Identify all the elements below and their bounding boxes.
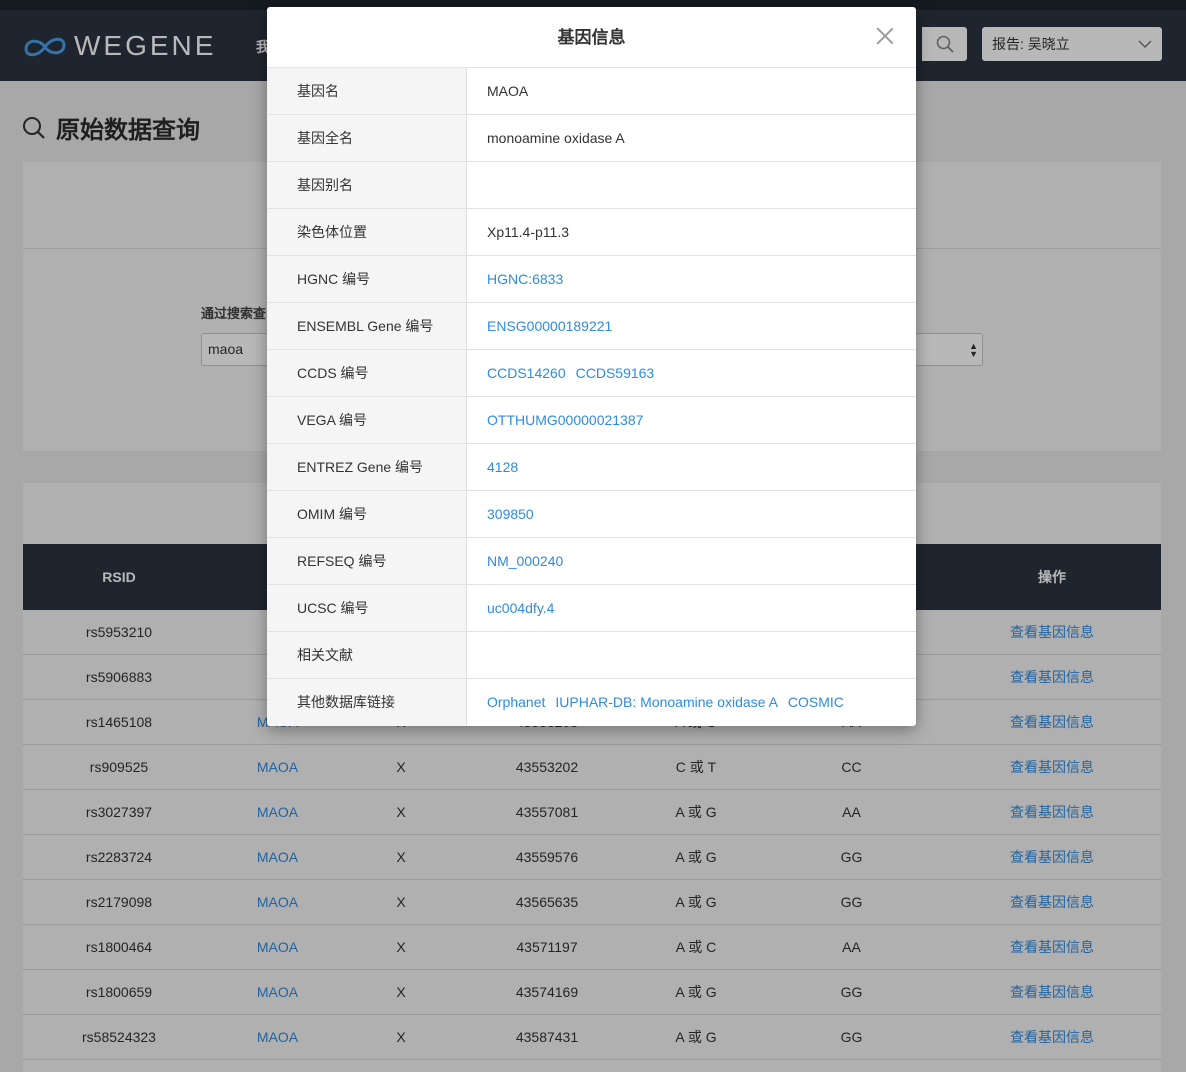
gene-info-key: UCSC 编号 xyxy=(267,585,467,631)
external-db-link[interactable]: IUPHAR-DB: Monoamine oxidase A xyxy=(555,694,778,710)
gene-info-row: 基因全名 monoamine oxidase A xyxy=(267,115,916,162)
gene-info-key: 基因名 xyxy=(267,68,467,114)
gene-info-row: CCDS 编号 CCDS14260 CCDS59163 xyxy=(267,350,916,397)
gene-info-key: HGNC 编号 xyxy=(267,256,467,302)
external-db-link[interactable]: COSMIC xyxy=(788,694,844,710)
gene-info-value: Orphanet IUPHAR-DB: Monoamine oxidase A CO… xyxy=(467,679,916,726)
gene-info-value: HGNC:6833 xyxy=(467,256,916,302)
gene-info-row: HGNC 编号 HGNC:6833 xyxy=(267,256,916,303)
gene-info-value: monoamine oxidase A xyxy=(467,115,916,161)
gene-info-row: 染色体位置 Xp11.4-p11.3 xyxy=(267,209,916,256)
gene-info-key: ENTREZ Gene 编号 xyxy=(267,444,467,490)
external-db-link[interactable]: 309850 xyxy=(487,506,534,522)
gene-info-row: REFSEQ 编号 NM_000240 xyxy=(267,538,916,585)
gene-info-row: VEGA 编号 OTTHUMG00000021387 xyxy=(267,397,916,444)
gene-info-key: OMIM 编号 xyxy=(267,491,467,537)
gene-info-value xyxy=(467,162,916,208)
gene-info-modal: 基因信息 基因名 MAOA 基因全名 monoamine oxidase A 基因别名染… xyxy=(267,7,916,726)
gene-info-row: 其他数据库链接 Orphanet IUPHAR-DB: Monoamine oxid… xyxy=(267,679,916,726)
gene-info-value: MAOA xyxy=(467,68,916,114)
gene-info-value: OTTHUMG00000021387 xyxy=(467,397,916,443)
gene-info-row: 相关文献 xyxy=(267,632,916,679)
close-icon[interactable] xyxy=(876,27,894,45)
modal-header: 基因信息 xyxy=(267,7,916,68)
external-db-link[interactable]: NM_000240 xyxy=(487,553,563,569)
gene-info-value: ENSG00000189221 xyxy=(467,303,916,349)
gene-info-key: 其他数据库链接 xyxy=(267,679,467,726)
gene-info-row: ENTREZ Gene 编号 4128 xyxy=(267,444,916,491)
gene-info-table: 基因名 MAOA 基因全名 monoamine oxidase A 基因别名 染色体位置 X… xyxy=(267,68,916,726)
external-db-link[interactable]: 4128 xyxy=(487,459,518,475)
external-db-link[interactable]: Orphanet xyxy=(487,694,545,710)
gene-info-value: 309850 xyxy=(467,491,916,537)
gene-info-value: 4128 xyxy=(467,444,916,490)
gene-info-value: CCDS14260 CCDS59163 xyxy=(467,350,916,396)
external-db-link[interactable]: CCDS59163 xyxy=(576,365,655,381)
gene-info-key: VEGA 编号 xyxy=(267,397,467,443)
external-db-link[interactable]: CCDS14260 xyxy=(487,365,566,381)
gene-info-row: 基因名 MAOA xyxy=(267,68,916,115)
gene-info-value xyxy=(467,632,916,678)
gene-info-row: 基因别名 xyxy=(267,162,916,209)
gene-info-key: REFSEQ 编号 xyxy=(267,538,467,584)
external-db-link[interactable]: ENSG00000189221 xyxy=(487,318,612,334)
gene-info-key: CCDS 编号 xyxy=(267,350,467,396)
gene-info-row: ENSEMBL Gene 编号 ENSG00000189221 xyxy=(267,303,916,350)
gene-info-text: monoamine oxidase A xyxy=(487,130,625,146)
gene-info-text: MAOA xyxy=(487,83,529,99)
gene-info-value: NM_000240 xyxy=(467,538,916,584)
gene-info-row: OMIM 编号 309850 xyxy=(267,491,916,538)
gene-info-key: 染色体位置 xyxy=(267,209,467,255)
gene-info-key: 基因全名 xyxy=(267,115,467,161)
gene-info-key: 相关文献 xyxy=(267,632,467,678)
gene-info-key: 基因别名 xyxy=(267,162,467,208)
modal-title: 基因信息 xyxy=(557,28,626,47)
external-db-link[interactable]: HGNC:6833 xyxy=(487,271,563,287)
external-db-link[interactable]: OTTHUMG00000021387 xyxy=(487,412,643,428)
gene-info-value: Xp11.4-p11.3 xyxy=(467,209,916,255)
external-db-link[interactable]: uc004dfy.4 xyxy=(487,600,554,616)
gene-info-row: UCSC 编号 uc004dfy.4 xyxy=(267,585,916,632)
gene-info-text: Xp11.4-p11.3 xyxy=(487,224,569,240)
gene-info-value: uc004dfy.4 xyxy=(467,585,916,631)
gene-info-key: ENSEMBL Gene 编号 xyxy=(267,303,467,349)
